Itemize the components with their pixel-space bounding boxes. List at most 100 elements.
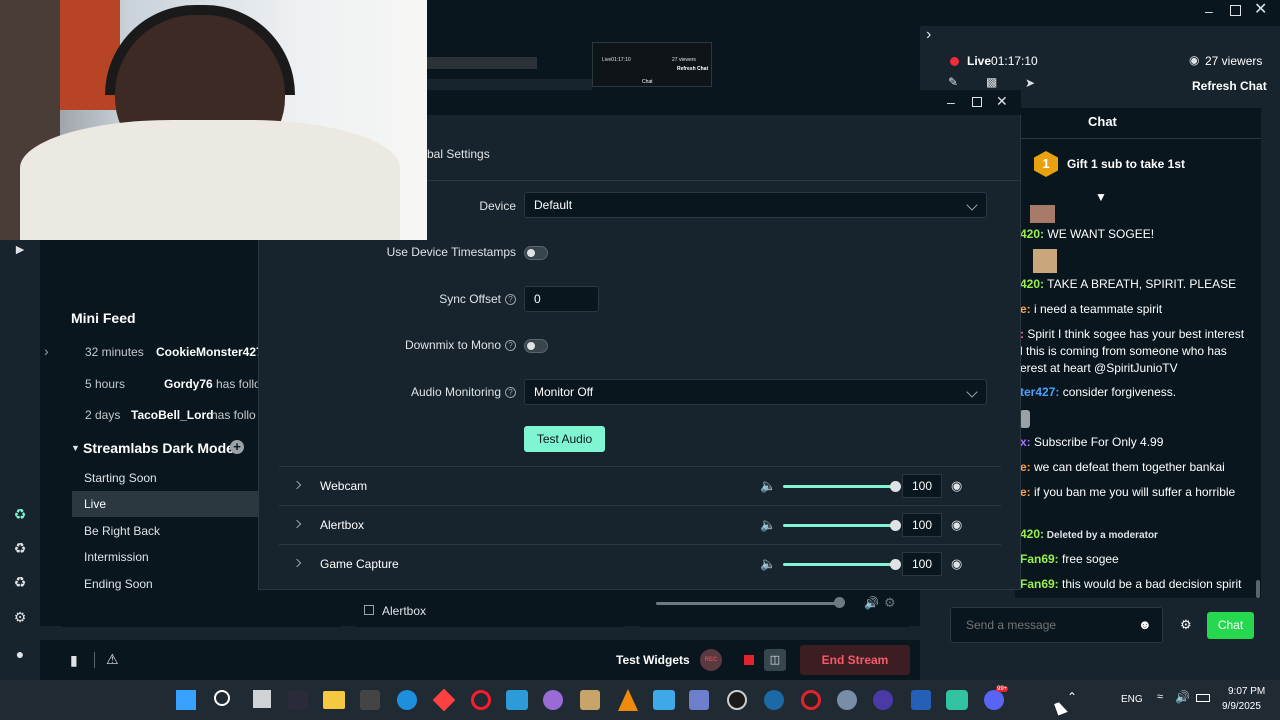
app-icon[interactable]: ♻ — [11, 505, 29, 523]
volume-slider-handle[interactable] — [890, 481, 901, 492]
app-icon[interactable] — [506, 690, 528, 710]
wifi-icon[interactable]: ≈ — [1157, 691, 1163, 703]
chat-user[interactable]: e: — [1020, 302, 1031, 316]
save-replay-icon[interactable]: ◫ — [764, 649, 786, 671]
language-indicator[interactable]: ENG — [1121, 694, 1143, 705]
expand-panel-icon[interactable]: › — [44, 343, 54, 359]
timestamps-toggle[interactable] — [524, 246, 548, 260]
scene-item[interactable]: Intermission — [72, 544, 260, 570]
audio-source-row[interactable]: Game Capture 🔈 100 ◉ — [279, 544, 1001, 583]
collapse-chat-icon[interactable]: › — [926, 26, 931, 44]
minimize-icon[interactable]: – — [947, 94, 955, 110]
audio-source-row[interactable]: Webcam 🔈 100 ◉ — [279, 466, 1001, 505]
add-scene-icon[interactable]: + — [230, 440, 244, 454]
app-icon[interactable] — [288, 690, 308, 710]
maximize-icon[interactable] — [1230, 5, 1241, 16]
downmix-toggle[interactable] — [524, 339, 548, 353]
test-widgets-label[interactable]: Test Widgets — [616, 653, 690, 667]
clock-date[interactable]: 9/9/2025 — [1222, 701, 1261, 712]
volume-slider[interactable] — [783, 559, 901, 570]
mute-icon[interactable]: 🔊 — [864, 596, 879, 610]
volume-icon[interactable]: 🔈 — [760, 517, 776, 533]
dialog-tab-global-settings[interactable]: bal Settings — [427, 147, 490, 161]
widgets-icon[interactable]: ♻ — [11, 573, 29, 591]
collapse-chevron-icon[interactable]: ▼ — [71, 443, 80, 453]
maximize-icon[interactable] — [972, 97, 982, 107]
scene-item[interactable]: Starting Soon — [72, 465, 260, 491]
streamlabs-icon[interactable] — [946, 690, 968, 710]
app-icon[interactable] — [360, 690, 380, 710]
sync-offset-input[interactable]: 0 — [524, 286, 599, 312]
scene-item[interactable]: Ending Soon — [72, 571, 260, 597]
chevron-right-icon[interactable] — [292, 480, 302, 490]
device-select[interactable]: Default — [524, 192, 987, 218]
volume-input[interactable]: 100 — [902, 552, 942, 576]
scene-item-active[interactable]: Live — [72, 491, 260, 517]
chat-settings-icon[interactable]: ⚙ — [1180, 617, 1192, 633]
eye-icon[interactable]: ◉ — [951, 556, 962, 572]
play-circle-icon[interactable]: ► — [11, 240, 29, 258]
emoji-icon[interactable]: ☻ — [1138, 617, 1152, 632]
chat-user[interactable]: 420: — [1020, 277, 1044, 291]
discord-icon[interactable] — [984, 690, 1004, 710]
volume-slider[interactable] — [783, 520, 901, 531]
edge-icon[interactable] — [397, 690, 417, 710]
volume-icon[interactable]: 🔈 — [760, 478, 776, 494]
rec-button[interactable]: REC — [700, 649, 722, 671]
help-icon[interactable]: ? — [505, 294, 516, 306]
volume-input[interactable]: 100 — [902, 474, 942, 498]
chat-user[interactable]: e: — [1020, 485, 1031, 499]
chat-user[interactable]: x: — [1020, 435, 1031, 449]
task-view-icon[interactable] — [253, 690, 271, 708]
monitoring-select[interactable]: Monitor Off — [524, 379, 987, 405]
stop-replay-icon[interactable] — [744, 655, 754, 665]
clock-time[interactable]: 9:07 PM — [1228, 686, 1265, 697]
gear-icon[interactable]: ⚙ — [884, 595, 896, 611]
chat-scrollbar[interactable] — [1256, 580, 1260, 598]
close-icon[interactable]: ✕ — [1254, 2, 1268, 18]
send-chat-button[interactable]: Chat — [1207, 612, 1254, 639]
volume-input[interactable]: 100 — [902, 513, 942, 537]
help-icon[interactable]: ? — [505, 340, 516, 352]
performance-icon[interactable]: ▮ — [70, 652, 78, 669]
eye-icon[interactable]: ◉ — [951, 478, 962, 494]
app-icon[interactable] — [580, 690, 600, 710]
chat-user[interactable]: ter427: — [1020, 385, 1059, 399]
profile-icon[interactable]: ● — [11, 645, 29, 663]
scene-collection-title[interactable]: Streamlabs Dark Mode — [83, 440, 234, 456]
chat-user[interactable]: Fan69: — [1020, 577, 1059, 591]
app-icon[interactable] — [911, 690, 931, 710]
volume-slider-handle[interactable] — [890, 559, 901, 570]
help-icon[interactable]: ? — [505, 387, 516, 399]
app-icon[interactable] — [432, 688, 456, 712]
app-icon[interactable] — [837, 690, 857, 710]
media-player-icon[interactable] — [727, 690, 747, 710]
source-item-label[interactable]: Alertbox — [382, 604, 426, 618]
app-store-icon[interactable]: ♻ — [11, 539, 29, 557]
settings-icon[interactable]: ⚙ — [11, 608, 29, 626]
volume-icon[interactable]: 🔈 — [760, 556, 776, 572]
opera-icon[interactable] — [471, 690, 491, 710]
chat-collapse-icon[interactable]: ▼ — [1095, 190, 1107, 204]
clip-icon[interactable]: ▩ — [986, 75, 997, 89]
show-hidden-icons-icon[interactable]: ⌃ — [1067, 690, 1077, 704]
battery-icon[interactable] — [1196, 694, 1210, 702]
close-icon[interactable]: ✕ — [996, 93, 1008, 110]
steam-icon[interactable] — [764, 690, 784, 710]
app-icon[interactable] — [543, 690, 563, 710]
mini-feed-item[interactable]: 2 days TacoBell_Lord has follo — [62, 401, 262, 429]
app-icon[interactable] — [653, 690, 675, 710]
windows-start-icon[interactable] — [176, 690, 196, 710]
chat-message-input[interactable] — [950, 607, 1163, 643]
alert-icon[interactable]: ⚠ — [106, 651, 119, 668]
test-audio-button[interactable]: Test Audio — [524, 426, 605, 452]
volume-slider-handle[interactable] — [890, 520, 901, 531]
chat-user[interactable]: e: — [1020, 460, 1031, 474]
search-icon[interactable] — [214, 690, 230, 706]
volume-slider[interactable] — [783, 481, 901, 492]
chat-user[interactable]: Fan69: — [1020, 552, 1059, 566]
refresh-chat-button[interactable]: Refresh Chat — [1192, 79, 1267, 93]
chevron-right-icon[interactable] — [292, 558, 302, 568]
mini-feed-item[interactable]: 32 minutes CookieMonster427 — [62, 338, 263, 366]
chevron-right-icon[interactable] — [292, 519, 302, 529]
